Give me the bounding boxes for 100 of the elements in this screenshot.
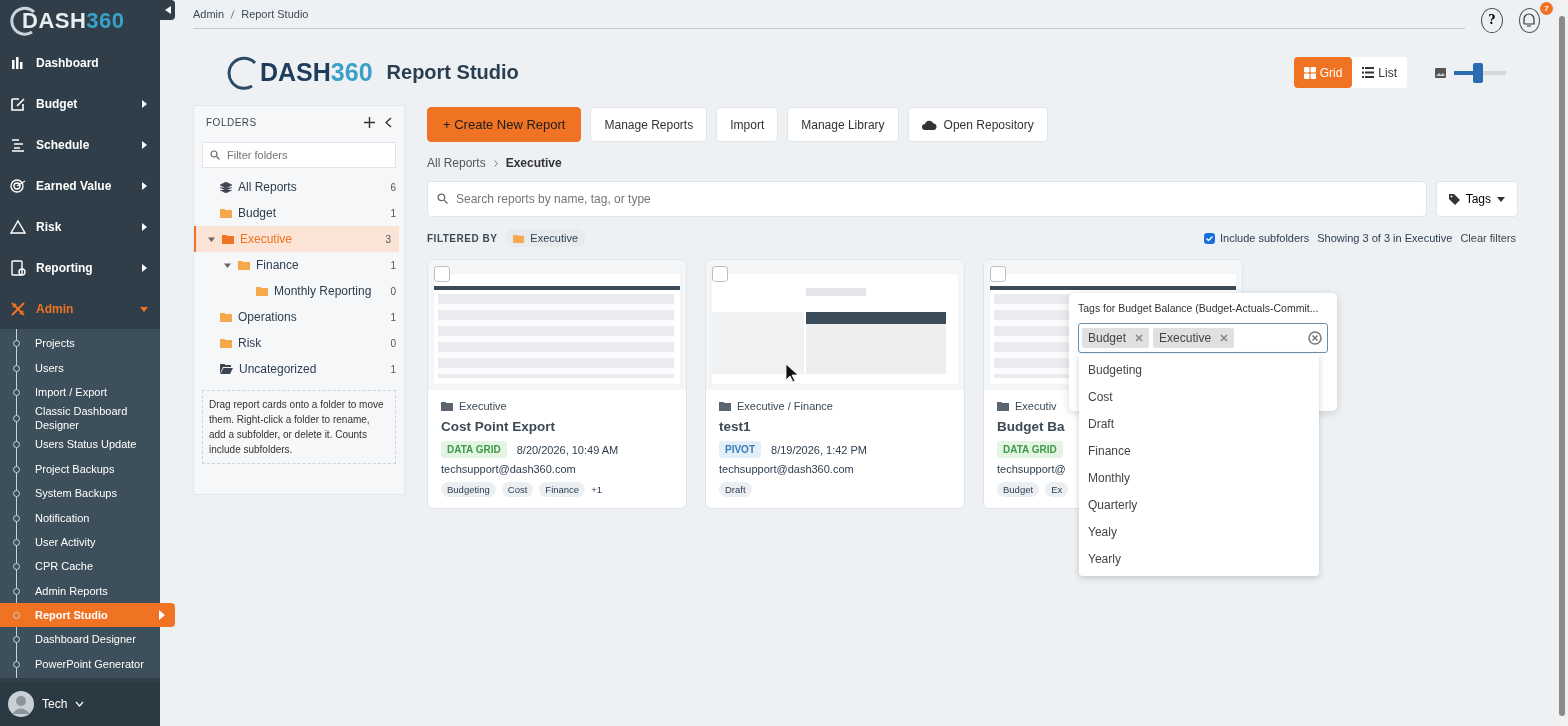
folder-icon	[220, 338, 232, 348]
submenu-item[interactable]: Notification	[0, 505, 160, 530]
nav-item[interactable]: Reporting	[0, 247, 160, 288]
layers-icon	[220, 181, 232, 193]
nav-icon	[10, 95, 26, 112]
cloud-icon	[921, 119, 937, 130]
grid-icon	[1303, 66, 1316, 79]
chevron-down-icon[interactable]	[75, 701, 85, 707]
action-button[interactable]: Manage Library	[787, 107, 899, 142]
type-badge: PIVOT	[719, 441, 761, 458]
submenu-item[interactable]: Classic Dashboard Designer	[0, 404, 160, 433]
tag-option[interactable]: Yealy	[1079, 518, 1319, 545]
nav-item[interactable]: Admin	[0, 288, 160, 329]
folder-item[interactable]: Monthly Reporting 0	[194, 278, 404, 304]
card-title: test1	[719, 419, 751, 434]
folder-item[interactable]: Executive 3	[194, 226, 399, 252]
include-subfolders-checkbox[interactable]	[1203, 232, 1215, 244]
action-button[interactable]: Import	[716, 107, 779, 142]
tag-option[interactable]: Draft	[1079, 410, 1319, 437]
logo-text: DASH360	[260, 58, 373, 87]
folder-count: 1	[390, 311, 396, 323]
filter-chip[interactable]: Executive	[505, 229, 587, 247]
nav-item[interactable]: Dashboard	[0, 42, 160, 83]
tag-option[interactable]: Monthly	[1079, 464, 1319, 491]
submenu-item[interactable]: User Activity	[0, 529, 160, 555]
nav-item[interactable]: Risk	[0, 206, 160, 247]
remove-icon[interactable]	[1135, 334, 1144, 342]
filter-folders-field[interactable]: Filter folders	[202, 142, 396, 168]
folder-icon	[513, 233, 525, 243]
report-card[interactable]: Executive Cost Point Export DATA GRID 8/20/2026, 10:49 AM techsupport@dash360.com Budgeting Cost Finance +1	[427, 259, 687, 509]
selected-tag-chip[interactable]: Budget	[1082, 328, 1150, 348]
image-icon	[1435, 67, 1446, 78]
folder-count: 1	[390, 207, 396, 219]
report-card[interactable]: Executive / Finance test1 PIVOT 8/19/2026, 1:42 PM techsupport@dash360.com Draft	[705, 259, 965, 509]
submenu-item[interactable]: Project Backups	[0, 456, 160, 481]
submenu-item[interactable]: Users	[0, 355, 160, 380]
folder-item[interactable]: Budget 1	[194, 200, 404, 226]
search-icon	[210, 150, 220, 160]
tag-option[interactable]: Yearly	[1079, 545, 1319, 572]
tag-chip: Finance	[539, 482, 586, 497]
selected-tag-chip[interactable]: Executive	[1153, 328, 1235, 348]
remove-icon[interactable]	[1220, 334, 1229, 342]
collapse-sidebar-button[interactable]	[160, 0, 175, 20]
tag-chip: Draft	[719, 482, 752, 497]
expand-caret-icon[interactable]	[224, 261, 231, 269]
caret-icon	[140, 99, 148, 108]
submenu-item[interactable]: System Backups	[0, 480, 160, 506]
path-item[interactable]: All Reports	[427, 156, 486, 170]
clear-filters-link[interactable]: Clear filters	[1460, 232, 1516, 244]
folder-item[interactable]: Operations 1	[194, 304, 404, 330]
card-owner: techsupport@	[997, 463, 1067, 475]
folder-hint: Drag report cards onto a folder to move them. Right-click a folder to rename, add a subfolder, or delete it. Counts include subfolders.	[202, 390, 396, 464]
action-button[interactable]: + Create New Report	[427, 107, 582, 142]
action-button[interactable]: Open Repository	[907, 107, 1048, 142]
slider-thumb[interactable]	[1473, 62, 1484, 83]
include-subfolders-label[interactable]: Include subfolders	[1219, 232, 1310, 244]
tag-option[interactable]: Finance	[1079, 437, 1319, 464]
submenu-item[interactable]: PowerPoint Generator	[0, 651, 160, 677]
submenu-item[interactable]: Admin Reports	[0, 578, 160, 603]
tag-option[interactable]: Budgeting	[1079, 356, 1319, 383]
thumbnail-size-slider[interactable]	[1454, 62, 1506, 83]
card-folder: Executiv	[1015, 400, 1057, 412]
nav-icon	[10, 54, 26, 71]
submenu-item[interactable]: Projects	[0, 331, 160, 356]
folder-item[interactable]: Finance 1	[194, 252, 404, 278]
expand-caret-icon[interactable]	[208, 235, 215, 243]
page-title: Report Studio	[386, 61, 519, 84]
nav-item[interactable]: Earned Value	[0, 165, 160, 206]
collapse-panel-icon[interactable]	[385, 116, 392, 128]
folder-item[interactable]: Risk 0	[194, 330, 404, 356]
notification-badge: 7	[1540, 2, 1553, 15]
nav-item[interactable]: Budget	[0, 83, 160, 124]
submenu-item[interactable]: CPR Cache	[0, 554, 160, 579]
tag-option[interactable]: Quarterly	[1079, 491, 1319, 518]
select-checkbox[interactable]	[990, 266, 1006, 282]
user-name[interactable]: Tech	[42, 697, 68, 711]
clear-icon[interactable]	[1308, 331, 1322, 345]
select-checkbox[interactable]	[434, 266, 450, 282]
breadcrumb-item[interactable]: Admin	[193, 8, 225, 20]
action-button[interactable]: Manage Reports	[590, 107, 708, 142]
tags-button[interactable]: Tags	[1435, 181, 1518, 217]
tag-option[interactable]: Cost	[1079, 383, 1319, 410]
caret-icon	[140, 140, 148, 149]
caret-icon	[140, 181, 148, 190]
submenu-item[interactable]: Users Status Update	[0, 432, 160, 457]
submenu-item[interactable]: Import / Export	[0, 379, 160, 405]
nav-icon	[10, 218, 26, 235]
slash-icon	[230, 9, 236, 19]
card-date: 8/19/2026, 1:42 PM	[771, 443, 868, 456]
folder-count: 6	[390, 181, 396, 193]
search-icon	[437, 193, 448, 204]
select-checkbox[interactable]	[712, 266, 728, 282]
folder-icon	[222, 234, 234, 244]
add-icon[interactable]	[364, 116, 375, 128]
folder-item[interactable]: Uncategorized 1	[194, 356, 404, 382]
submenu-item[interactable]: Dashboard Designer	[0, 627, 160, 652]
search-field[interactable]: Search reports by name, tag, or type	[427, 181, 1427, 217]
tags-input-field[interactable]: Budget Executive	[1078, 323, 1328, 353]
folder-item[interactable]: All Reports 6	[194, 174, 404, 200]
nav-item[interactable]: Schedule	[0, 124, 160, 165]
